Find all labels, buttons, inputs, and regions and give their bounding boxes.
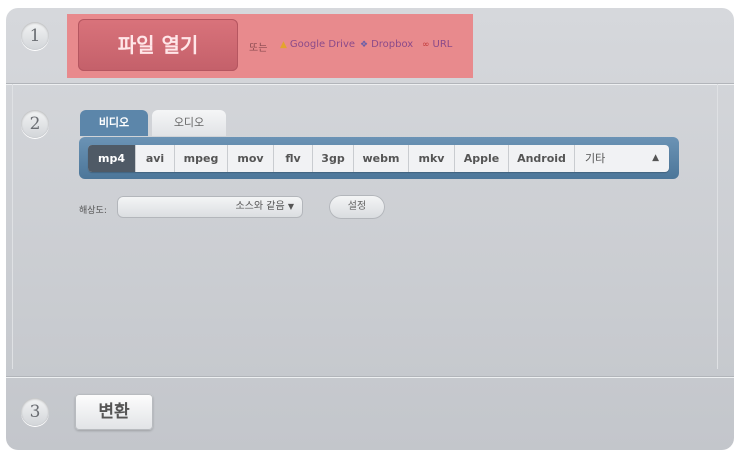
dropbox-link[interactable]: ❖ Dropbox — [360, 39, 413, 50]
step-convert: 3 변환 — [6, 378, 734, 450]
format-flv[interactable]: flv — [274, 145, 313, 172]
url-label: URL — [432, 39, 453, 50]
step-open-file: 1 파일 열기 또는 ▲ Google Drive ❖ Dropbox ∞ URL — [6, 8, 734, 84]
open-file-button[interactable]: 파일 열기 — [78, 19, 238, 71]
format-mpeg[interactable]: mpeg — [175, 145, 228, 172]
settings-button[interactable]: 설정 — [329, 195, 385, 219]
dropbox-icon: ❖ — [360, 40, 369, 50]
converter-panel: 1 파일 열기 또는 ▲ Google Drive ❖ Dropbox ∞ URL 2… — [6, 8, 734, 450]
updown-icon: ▲▼ — [652, 153, 659, 163]
format-mp4[interactable]: mp4 — [88, 145, 136, 172]
google-drive-label: Google Drive — [289, 39, 356, 50]
format-3gp[interactable]: 3gp — [313, 145, 354, 172]
dropbox-label: Dropbox — [371, 39, 414, 50]
format-webm[interactable]: webm — [354, 145, 409, 172]
url-link[interactable]: ∞ URL — [422, 39, 452, 50]
format-mkv[interactable]: mkv — [409, 145, 455, 172]
format-apple[interactable]: Apple — [455, 145, 509, 172]
format-android[interactable]: Android — [509, 145, 575, 172]
format-bar: mp4 avi mpeg mov flv 3gp webm mkv Apple … — [79, 137, 679, 179]
convert-button[interactable]: 변환 — [75, 394, 153, 430]
or-label: 또는 — [249, 43, 268, 54]
resolution-value: 소스와 같음 — [235, 201, 285, 212]
google-drive-icon: ▲ — [280, 40, 287, 50]
format-mov[interactable]: mov — [228, 145, 274, 172]
format-list: mp4 avi mpeg mov flv 3gp webm mkv Apple … — [88, 145, 669, 172]
google-drive-link[interactable]: ▲ Google Drive — [280, 39, 355, 50]
tab-audio[interactable]: 오디오 — [152, 110, 226, 136]
resolution-label: 해상도: — [79, 206, 107, 216]
tab-video[interactable]: 비디오 — [80, 110, 148, 136]
step-number-3: 3 — [21, 398, 49, 426]
link-icon: ∞ — [422, 40, 430, 50]
step-number-1: 1 — [21, 22, 49, 50]
step-number-2: 2 — [21, 110, 49, 138]
step-choose-format: 2 비디오 오디오 mp4 avi mpeg mov flv 3gp webm … — [6, 84, 734, 377]
format-other-label: 기타 — [585, 152, 606, 165]
format-avi[interactable]: avi — [136, 145, 175, 172]
resolution-select[interactable]: 소스와 같음 ▼ — [117, 196, 303, 218]
inner-border-right — [717, 84, 718, 369]
inner-border-left — [12, 84, 13, 369]
caret-down-icon: ▼ — [287, 202, 294, 211]
format-other-select[interactable]: 기타 ▲▼ — [575, 145, 669, 172]
